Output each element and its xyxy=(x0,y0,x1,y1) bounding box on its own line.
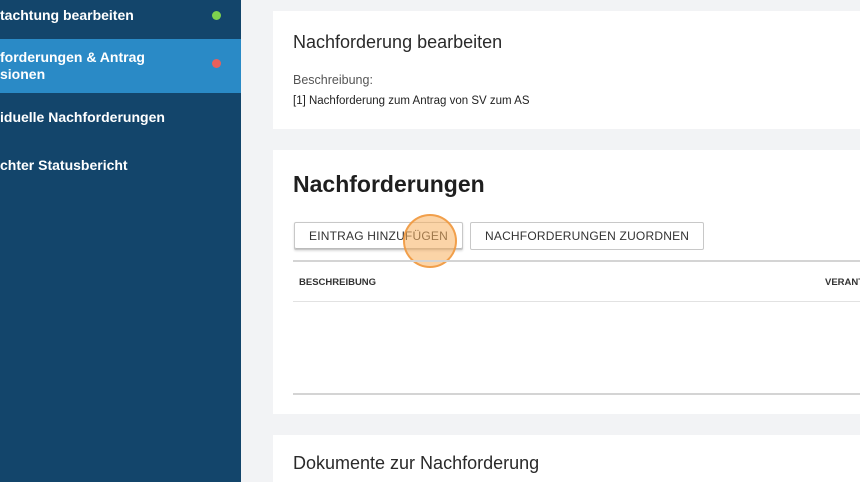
assign-requests-button[interactable]: NACHFORDERUNGEN ZUORDNEN xyxy=(470,222,705,250)
sidebar-item-begutachtung[interactable]: tachtung bearbeiten xyxy=(0,0,241,39)
edit-request-card: Nachforderung bearbeiten Beschreibung: [… xyxy=(273,11,860,129)
description-value: [1] Nachforderung zum Antrag von SV zum … xyxy=(293,95,530,107)
status-dot-green-icon xyxy=(212,11,221,20)
documents-title: Dokumente zur Nachforderung xyxy=(293,453,540,473)
sidebar-item-nachforderungen-antrag[interactable]: forderungen & Antrag sionen xyxy=(0,39,241,93)
add-entry-button[interactable]: EINTRAG HINZUFÜGEN xyxy=(294,222,463,250)
documents-card: Dokumente zur Nachforderung xyxy=(273,435,860,482)
edit-request-title: Nachforderung bearbeiten xyxy=(293,32,503,52)
header-divider xyxy=(293,301,860,302)
sidebar-item-label-line2: sionen xyxy=(0,66,46,82)
sidebar: tachtung bearbeiten forderungen & Antrag… xyxy=(0,0,241,482)
sidebar-item-label: iduelle Nachforderungen xyxy=(0,109,165,125)
sidebar-item-statusbericht[interactable]: chter Statusbericht xyxy=(0,148,241,182)
sidebar-item-label: forderungen & Antrag xyxy=(0,49,145,65)
status-dot-red-icon xyxy=(212,59,221,68)
table-top-border xyxy=(293,260,860,262)
sidebar-item-label: tachtung bearbeiten xyxy=(0,7,134,23)
requests-title: Nachforderungen xyxy=(293,171,485,197)
description-label: Beschreibung: xyxy=(293,73,373,87)
column-header-beschreibung[interactable]: BESCHREIBUNG xyxy=(299,277,376,288)
requests-card: Nachforderungen EINTRAG HINZUFÜGEN NACHF… xyxy=(273,150,860,414)
sidebar-item-individuelle-nachforderungen[interactable]: iduelle Nachforderungen xyxy=(0,100,241,134)
sidebar-item-label: chter Statusbericht xyxy=(0,157,128,173)
table-bottom-border xyxy=(293,393,860,395)
column-header-verantwortlich[interactable]: VERANT xyxy=(825,277,860,288)
